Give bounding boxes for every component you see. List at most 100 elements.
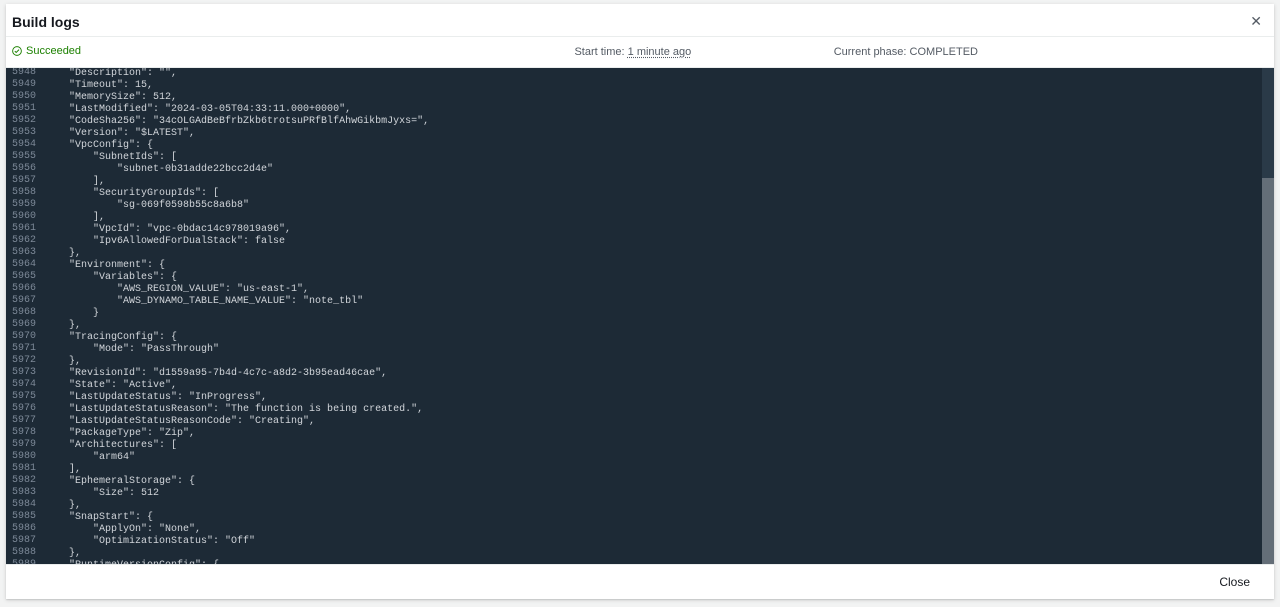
log-line: "AWS_REGION_VALUE": "us-east-1", bbox=[44, 284, 1274, 296]
log-viewport: 5948 "Description": "",5949 "Timeout": 1… bbox=[6, 68, 1274, 564]
log-line: "sg-069f0598b55c8a6b8" bbox=[44, 200, 1274, 212]
log-row: 5958 "SecurityGroupIds": [ bbox=[6, 188, 1274, 200]
log-row: 5983 "Size": 512 bbox=[6, 488, 1274, 500]
log-line: }, bbox=[44, 356, 1274, 368]
scrollbar-thumb[interactable] bbox=[1262, 68, 1274, 178]
log-line: "LastModified": "2024-03-05T04:33:11.000… bbox=[44, 104, 1274, 116]
log-row: 5974 "State": "Active", bbox=[6, 380, 1274, 392]
success-icon bbox=[12, 46, 22, 56]
log-row: 5966 "AWS_REGION_VALUE": "us-east-1", bbox=[6, 284, 1274, 296]
line-number: 5989 bbox=[6, 560, 44, 564]
log-row: 5954 "VpcConfig": { bbox=[6, 140, 1274, 152]
log-row: 5984 }, bbox=[6, 500, 1274, 512]
log-row: 5953 "Version": "$LATEST", bbox=[6, 128, 1274, 140]
log-row: 5951 "LastModified": "2024-03-05T04:33:1… bbox=[6, 104, 1274, 116]
log-line: "Description": "", bbox=[44, 68, 1274, 80]
log-row: 5971 "Mode": "PassThrough" bbox=[6, 344, 1274, 356]
log-line: "TracingConfig": { bbox=[44, 332, 1274, 344]
log-line: ], bbox=[44, 464, 1274, 476]
log-line: "Ipv6AllowedForDualStack": false bbox=[44, 236, 1274, 248]
log-row: 5959 "sg-069f0598b55c8a6b8" bbox=[6, 200, 1274, 212]
log-row: 5969 }, bbox=[6, 320, 1274, 332]
build-logs-modal: Build logs ✕ Succeeded Start time: 1 min… bbox=[6, 4, 1274, 599]
log-row: 5950 "MemorySize": 512, bbox=[6, 92, 1274, 104]
start-time-label: Start time: bbox=[574, 46, 624, 58]
phase-label: Current phase: bbox=[834, 46, 907, 58]
log-line: "arm64" bbox=[44, 452, 1274, 464]
modal-footer: Close bbox=[6, 564, 1274, 599]
log-line: "VpcId": "vpc-0bdac14c978019a96", bbox=[44, 224, 1274, 236]
log-row: 5980 "arm64" bbox=[6, 452, 1274, 464]
log-line: "Environment": { bbox=[44, 260, 1274, 272]
log-line: }, bbox=[44, 500, 1274, 512]
log-line: "SnapStart": { bbox=[44, 512, 1274, 524]
log-row: 5960 ], bbox=[6, 212, 1274, 224]
log-line: }, bbox=[44, 548, 1274, 560]
log-line: "RevisionId": "d1559a95-7b4d-4c7c-a8d2-3… bbox=[44, 368, 1274, 380]
log-row: 5948 "Description": "", bbox=[6, 68, 1274, 80]
status-badge: Succeeded bbox=[12, 45, 81, 57]
log-row: 5988 }, bbox=[6, 548, 1274, 560]
log-row: 5979 "Architectures": [ bbox=[6, 440, 1274, 452]
log-row: 5955 "SubnetIds": [ bbox=[6, 152, 1274, 164]
log-line: "LastUpdateStatusReasonCode": "Creating"… bbox=[44, 416, 1274, 428]
log-line: "OptimizationStatus": "Off" bbox=[44, 536, 1274, 548]
log-line: } bbox=[44, 308, 1274, 320]
log-line: "Size": 512 bbox=[44, 488, 1274, 500]
log-line: "Mode": "PassThrough" bbox=[44, 344, 1274, 356]
log-line: "MemorySize": 512, bbox=[44, 92, 1274, 104]
log-row: 5987 "OptimizationStatus": "Off" bbox=[6, 536, 1274, 548]
log-table: 5948 "Description": "",5949 "Timeout": 1… bbox=[6, 68, 1274, 564]
status-label: Succeeded bbox=[26, 45, 81, 57]
log-line: ], bbox=[44, 176, 1274, 188]
close-icon[interactable]: ✕ bbox=[1246, 12, 1266, 30]
close-button[interactable]: Close bbox=[1205, 571, 1264, 593]
log-line: "Timeout": 15, bbox=[44, 80, 1274, 92]
log-row: 5961 "VpcId": "vpc-0bdac14c978019a96", bbox=[6, 224, 1274, 236]
start-time-value[interactable]: 1 minute ago bbox=[628, 46, 692, 58]
log-line: "State": "Active", bbox=[44, 380, 1274, 392]
log-row: 5976 "LastUpdateStatusReason": "The func… bbox=[6, 404, 1274, 416]
log-row: 5956 "subnet-0b31adde22bcc2d4e" bbox=[6, 164, 1274, 176]
log-line: "LastUpdateStatus": "InProgress", bbox=[44, 392, 1274, 404]
log-line: "SubnetIds": [ bbox=[44, 152, 1274, 164]
log-row: 5968 } bbox=[6, 308, 1274, 320]
log-line: "subnet-0b31adde22bcc2d4e" bbox=[44, 164, 1274, 176]
log-row: 5963 }, bbox=[6, 248, 1274, 260]
log-line: "Version": "$LATEST", bbox=[44, 128, 1274, 140]
log-line: "EphemeralStorage": { bbox=[44, 476, 1274, 488]
log-line: "Architectures": [ bbox=[44, 440, 1274, 452]
log-row: 5965 "Variables": { bbox=[6, 272, 1274, 284]
log-line: "ApplyOn": "None", bbox=[44, 524, 1274, 536]
log-row: 5952 "CodeSha256": "34cOLGAdBeBfrbZkb6tr… bbox=[6, 116, 1274, 128]
log-row: 5973 "RevisionId": "d1559a95-7b4d-4c7c-a… bbox=[6, 368, 1274, 380]
log-line: }, bbox=[44, 320, 1274, 332]
log-row: 5982 "EphemeralStorage": { bbox=[6, 476, 1274, 488]
log-line: "RuntimeVersionConfig": { bbox=[44, 560, 1274, 564]
log-row: 5962 "Ipv6AllowedForDualStack": false bbox=[6, 236, 1274, 248]
build-meta-bar: Succeeded Start time: 1 minute ago Curre… bbox=[6, 37, 1274, 68]
log-line: ], bbox=[44, 212, 1274, 224]
log-line: "Variables": { bbox=[44, 272, 1274, 284]
modal-title: Build logs bbox=[12, 14, 1260, 30]
log-row: 5957 ], bbox=[6, 176, 1274, 188]
log-row: 5949 "Timeout": 15, bbox=[6, 80, 1274, 92]
log-line: "PackageType": "Zip", bbox=[44, 428, 1274, 440]
log-row: 5970 "TracingConfig": { bbox=[6, 332, 1274, 344]
log-line: }, bbox=[44, 248, 1274, 260]
log-row: 5986 "ApplyOn": "None", bbox=[6, 524, 1274, 536]
log-line: "SecurityGroupIds": [ bbox=[44, 188, 1274, 200]
log-scroll[interactable]: 5948 "Description": "",5949 "Timeout": 1… bbox=[6, 68, 1274, 564]
log-row: 5964 "Environment": { bbox=[6, 260, 1274, 272]
log-line: "VpcConfig": { bbox=[44, 140, 1274, 152]
phase-value: COMPLETED bbox=[910, 46, 978, 58]
log-row: 5977 "LastUpdateStatusReasonCode": "Crea… bbox=[6, 416, 1274, 428]
modal-header: Build logs ✕ bbox=[6, 4, 1274, 37]
log-row: 5981 ], bbox=[6, 464, 1274, 476]
log-line: "LastUpdateStatusReason": "The function … bbox=[44, 404, 1274, 416]
log-row: 5972 }, bbox=[6, 356, 1274, 368]
log-row: 5989 "RuntimeVersionConfig": { bbox=[6, 560, 1274, 564]
log-row: 5967 "AWS_DYNAMO_TABLE_NAME_VALUE": "not… bbox=[6, 296, 1274, 308]
log-row: 5985 "SnapStart": { bbox=[6, 512, 1274, 524]
log-row: 5978 "PackageType": "Zip", bbox=[6, 428, 1274, 440]
